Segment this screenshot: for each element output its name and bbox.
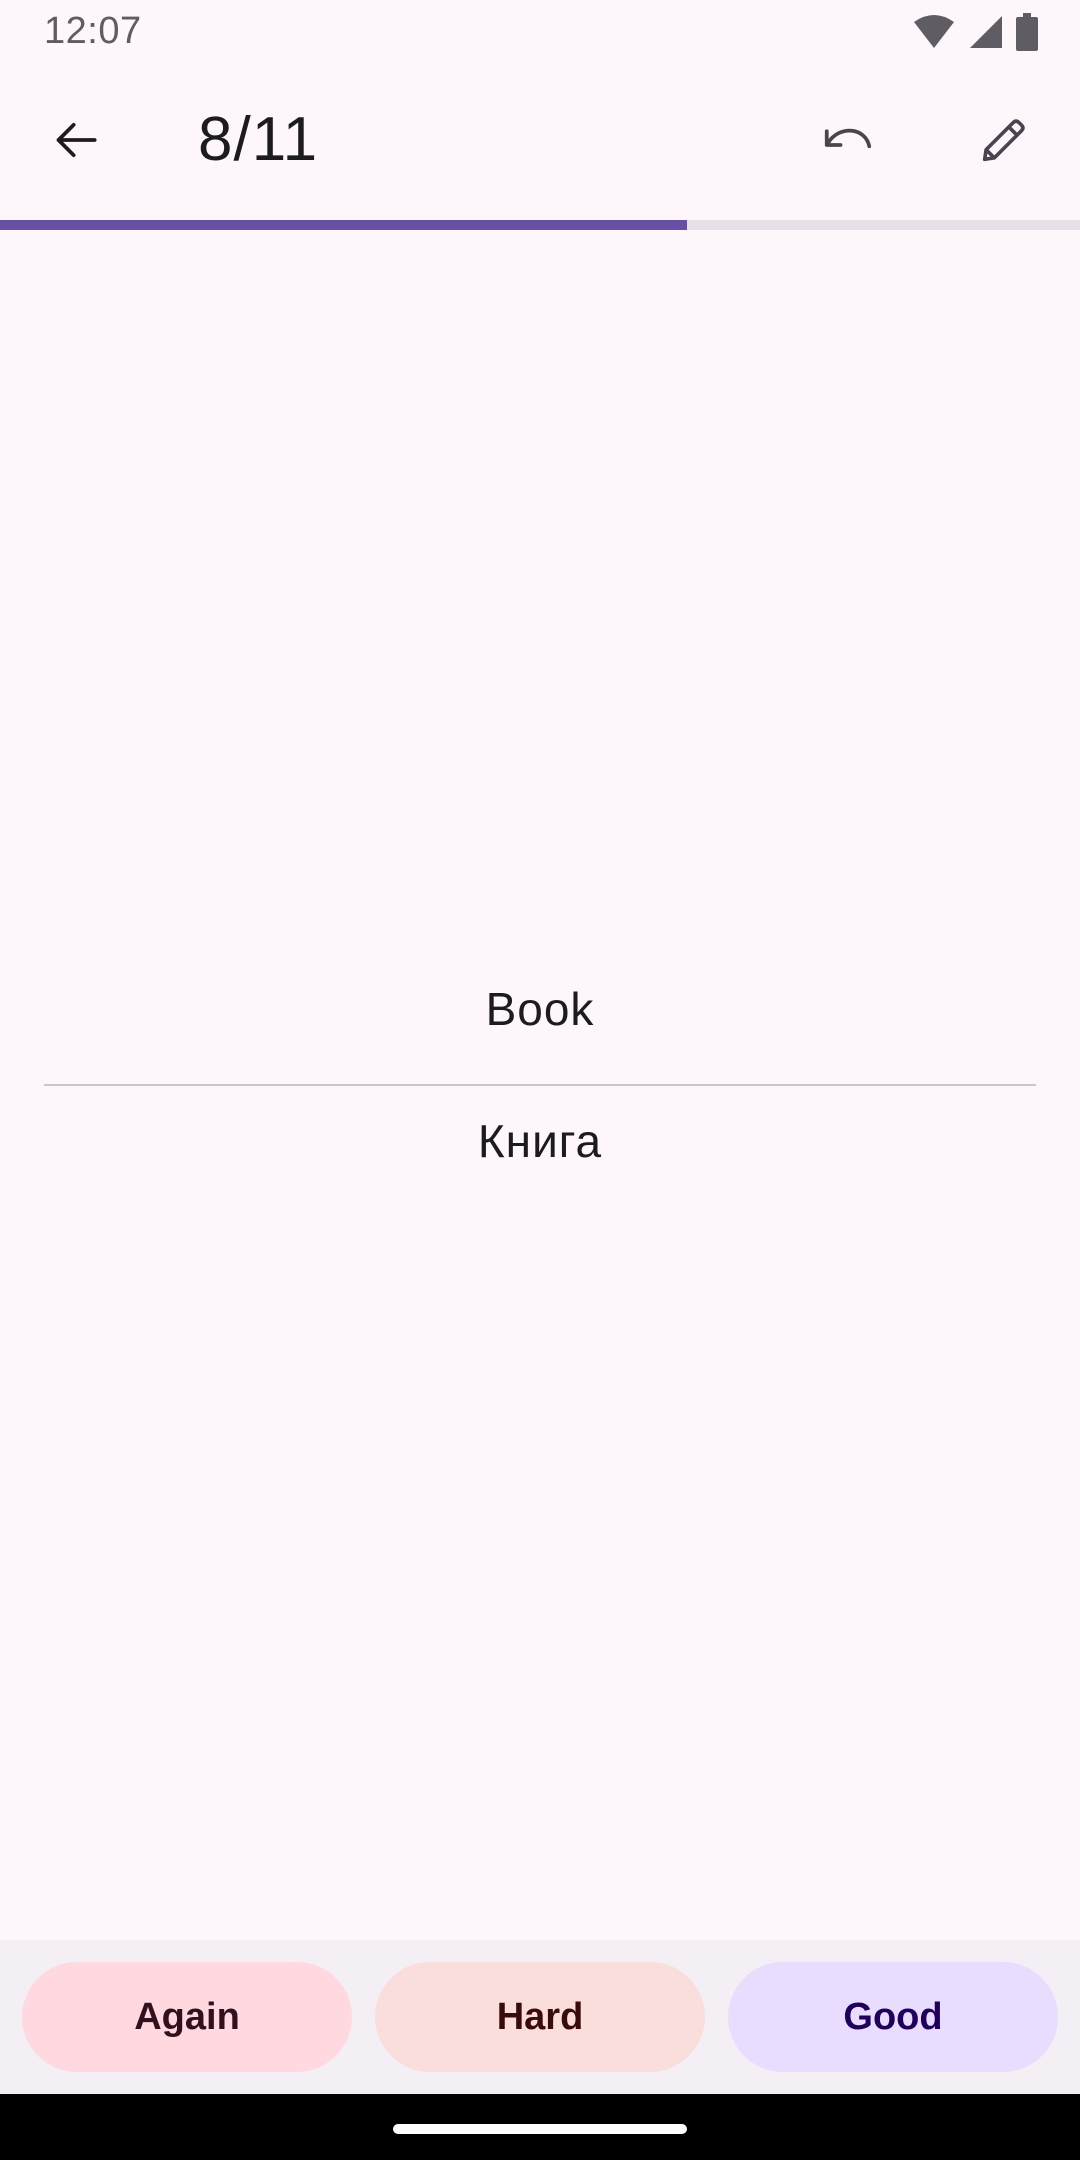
top-app-bar: 8/11: [0, 64, 1080, 220]
arrow-back-icon: [48, 112, 104, 173]
card-divider: [44, 1084, 1036, 1086]
system-navigation-bar: [0, 2094, 1080, 2160]
battery-icon: [1016, 13, 1038, 51]
hard-button[interactable]: Hard: [375, 1962, 705, 2072]
status-bar: 12:07: [0, 0, 1080, 64]
again-button[interactable]: Again: [22, 1962, 352, 2072]
cellular-signal-icon: [968, 14, 1004, 50]
status-icons: [912, 12, 1038, 52]
card-counter: 8/11: [198, 105, 319, 174]
undo-icon: [818, 110, 878, 175]
status-time: 12:07: [44, 10, 142, 52]
home-gesture-handle[interactable]: [393, 2124, 687, 2134]
card-back-text: Книга: [477, 1115, 603, 1167]
card-front-text: Book: [485, 983, 595, 1035]
answer-bar: Again Hard Good: [0, 1940, 1080, 2094]
flashcard-review-screen: 12:07 8/11 Book Книга Again Hard Good: [0, 0, 1080, 2160]
pencil-icon: [975, 111, 1033, 174]
good-button[interactable]: Good: [728, 1962, 1058, 2072]
wifi-icon: [912, 14, 956, 50]
progress-bar: [0, 220, 1080, 230]
undo-button[interactable]: [800, 94, 896, 190]
edit-button[interactable]: [956, 94, 1052, 190]
progress-fill: [0, 220, 687, 230]
back-button[interactable]: [28, 94, 124, 190]
